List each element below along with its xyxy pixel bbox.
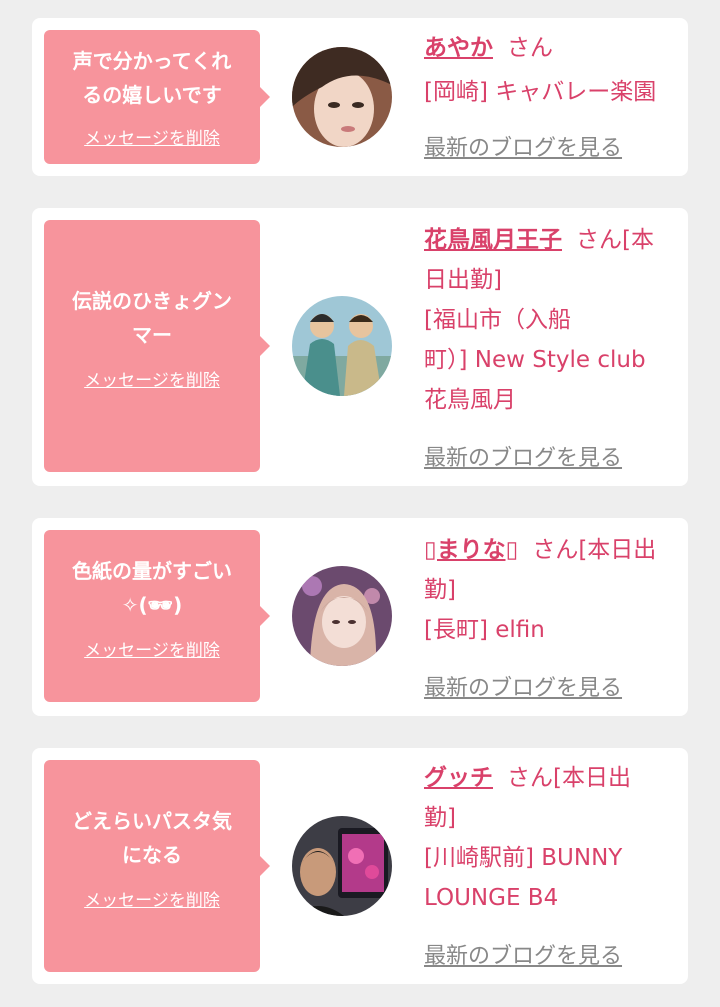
message-text-line: 伝説のひきょグン [72,289,232,313]
message-bubble: どえらいパスタ気 になる メッセージを削除 [44,760,270,972]
message-card: どえらいパスタ気 になる メッセージを削除 グッチ さん[本日出 勤] [川崎駅前… [32,748,688,984]
shop-line: LOUNGE B4 [424,885,559,911]
message-card: 声で分かってくれ るの嬉しいです メッセージを削除 あやか さん [岡崎] キャバ… [32,18,688,176]
name-row: グッチ さん[本日出 [424,758,682,798]
girl-info: グッチ さん[本日出 勤] [川崎駅前] BUNNY LOUNGE B4 [424,758,682,918]
girl-name-link[interactable]: グッチ [424,765,493,791]
message-text-line: になる [122,843,182,867]
name-row: 花鳥風月王子 さん[本 [424,220,682,260]
avatar[interactable] [292,816,392,916]
avatar[interactable] [292,296,392,396]
name-suffix: さん[本 [576,227,654,253]
shop-line: [川崎駅前] BUNNY [424,845,623,871]
girl-name-link[interactable]: ▯まりな▯ [424,537,518,563]
shop-line: 勤] [424,805,456,831]
message-bubble: 伝説のひきょグン マー メッセージを削除 [44,220,270,472]
latest-blog-link[interactable]: 最新のブログを見る [424,440,622,472]
name-suffix: さん[本日出 [532,537,657,563]
message-text-line: 声で分かってくれ [72,49,232,73]
message-card: 伝説のひきょグン マー メッセージを削除 花鳥風月王子 さん[本 日出勤] [福山… [32,208,688,486]
shop-line: [福山市（入船 [424,307,571,333]
message-text-line: どえらいパスタ気 [72,809,232,833]
girl-info: 花鳥風月王子 さん[本 日出勤] [福山市（入船 町）] New Style cl… [424,220,682,420]
girl-name-link[interactable]: 花鳥風月王子 [424,227,562,253]
message-text-line: ✧(🕶) [121,593,183,617]
delete-message-link[interactable]: メッセージを削除 [84,886,220,911]
delete-message-link[interactable]: メッセージを削除 [84,124,220,149]
message-bubble: 声で分かってくれ るの嬉しいです メッセージを削除 [44,30,270,164]
shop-line: [長町] elfin [424,617,545,643]
message-bubble: 色紙の量がすごい ✧(🕶) メッセージを削除 [44,530,270,702]
shop-line: 花鳥風月 [424,387,516,413]
latest-blog-link[interactable]: 最新のブログを見る [424,130,622,162]
shop-line: 町）] New Style club [424,347,646,373]
delete-message-link[interactable]: メッセージを削除 [84,636,220,661]
girl-name-link[interactable]: あやか [424,35,493,61]
latest-blog-link[interactable]: 最新のブログを見る [424,938,622,970]
message-text-line: マー [132,323,172,347]
message-card: 色紙の量がすごい ✧(🕶) メッセージを削除 ▯まりな▯ さん[本日出 勤] [長… [32,518,688,716]
message-text-line: 色紙の量がすごい [72,559,232,583]
delete-message-link[interactable]: メッセージを削除 [84,366,220,391]
girl-info: あやか さん [岡崎] キャバレー楽園 [424,28,682,112]
name-suffix: さん[本日出 [507,765,631,791]
latest-blog-link[interactable]: 最新のブログを見る [424,670,622,702]
message-text-line: るの嬉しいです [82,83,222,107]
shop-line: 勤] [424,577,456,603]
avatar[interactable] [292,566,392,666]
name-suffix: さん [507,35,553,61]
shop-line: 日出勤] [424,267,502,293]
name-row: あやか さん [424,28,682,68]
shop-line: [岡崎] キャバレー楽園 [424,79,657,105]
avatar[interactable] [292,47,392,147]
girl-info: ▯まりな▯ さん[本日出 勤] [長町] elfin [424,530,682,650]
name-row: ▯まりな▯ さん[本日出 [424,530,682,570]
